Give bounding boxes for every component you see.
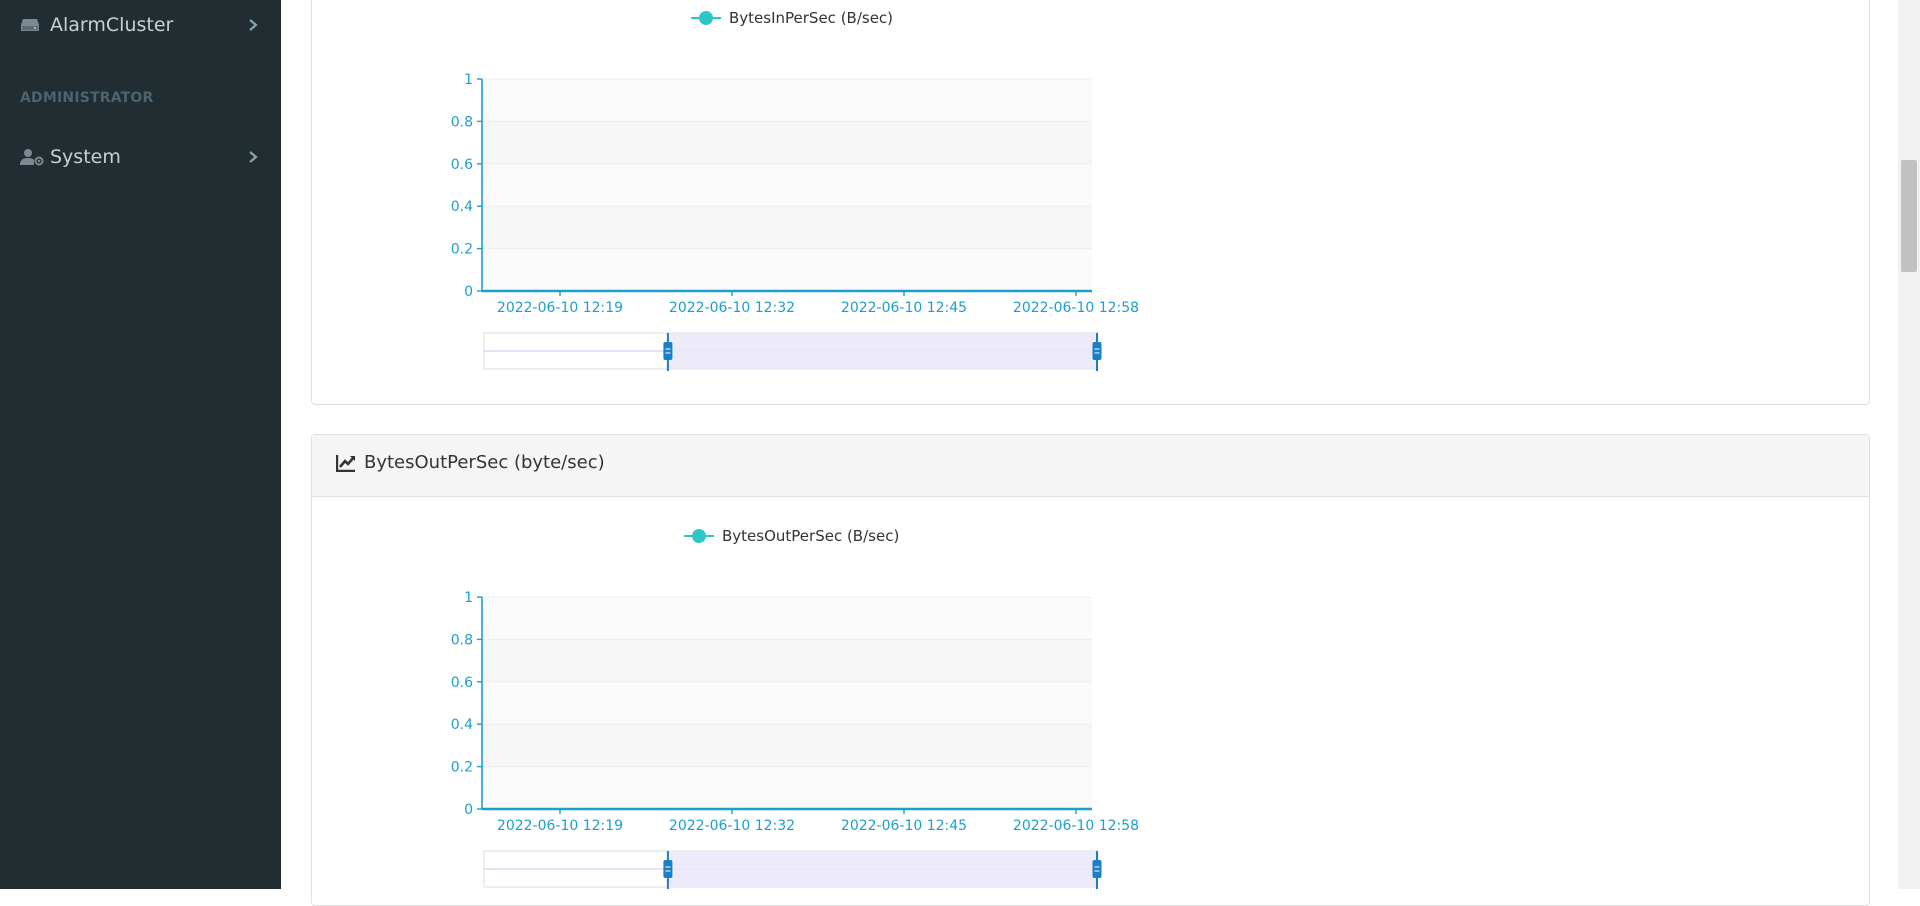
legend-marker (692, 529, 706, 543)
grid-band (484, 121, 1092, 164)
y-tick-label: 0.6 (451, 675, 473, 691)
legend-marker (699, 11, 713, 25)
legend-label: BytesInPerSec (B/sec) (729, 9, 893, 27)
grid-band (484, 163, 1092, 207)
grid-band (484, 681, 1092, 725)
grid-band (484, 79, 1092, 122)
legend: BytesInPerSec (B/sec) (691, 9, 893, 27)
scrollbar-track[interactable] (1898, 0, 1920, 889)
scrollbar-thumb[interactable] (1901, 160, 1917, 272)
grid-band (484, 248, 1092, 291)
y-tick-label: 0.2 (451, 760, 473, 776)
bytes-out-chart: BytesOutPerSec (B/sec) 0 0.2 0.4 0.6 0.8 1 2022… (451, 527, 1139, 889)
legend: BytesOutPerSec (B/sec) (684, 527, 899, 545)
zoom-selected-range (667, 333, 1097, 369)
legend-label: BytesOutPerSec (B/sec) (722, 527, 899, 545)
x-tick-label: 2022-06-10 12:19 (497, 300, 623, 316)
sidebar-section-header: ADMINISTRATOR (20, 90, 154, 106)
grid-band (484, 766, 1092, 809)
grid-band (484, 206, 1092, 249)
server-icon (20, 15, 44, 35)
chevron-right-icon (248, 150, 262, 164)
zoom-selected-range (667, 851, 1097, 887)
bytes-in-chart: BytesInPerSec (B/sec) 0 0.2 0.4 0.6 0.8 1 2022-… (451, 9, 1139, 371)
x-tick-label: 2022-06-10 12:32 (669, 300, 795, 316)
main-content: BytesInPerSec (B/sec) 0 0.2 0.4 0.6 0.8 1 2022-… (281, 0, 1898, 906)
user-cog-icon (20, 147, 44, 167)
zoom-handle-grip (1092, 342, 1102, 360)
grid-band (484, 639, 1092, 682)
x-tick-label: 2022-06-10 12:58 (1013, 300, 1139, 316)
zoom-handle-grip (663, 860, 673, 878)
bytes-out-panel: BytesOutPerSec (byte/sec) BytesOutPerSec… (311, 434, 1870, 906)
zoom-handle-grip (663, 342, 673, 360)
bytes-in-panel: BytesInPerSec (B/sec) 0 0.2 0.4 0.6 0.8 1 2022-… (311, 0, 1870, 405)
x-tick-label: 2022-06-10 12:45 (841, 300, 967, 316)
zoom-handle-grip (1092, 860, 1102, 878)
y-tick-label: 0.2 (451, 242, 473, 258)
y-tick-label: 0.8 (451, 632, 473, 648)
y-tick-label: 1 (464, 72, 473, 88)
sidebar-item-system[interactable]: System (0, 137, 281, 177)
x-tick-label: 2022-06-10 12:45 (841, 818, 967, 834)
grid-band (484, 597, 1092, 640)
y-tick-label: 0.4 (451, 199, 473, 215)
sidebar-item-alarmcluster[interactable]: AlarmCluster (0, 5, 281, 45)
y-tick-label: 0.6 (451, 157, 473, 173)
y-tick-label: 1 (464, 590, 473, 606)
y-tick-label: 0 (464, 802, 473, 818)
grid-band (484, 724, 1092, 767)
x-tick-label: 2022-06-10 12:32 (669, 818, 795, 834)
y-tick-label: 0.4 (451, 717, 473, 733)
y-tick-label: 0.8 (451, 114, 473, 130)
sidebar-item-label: AlarmCluster (50, 14, 174, 36)
x-tick-label: 2022-06-10 12:19 (497, 818, 623, 834)
sidebar: AlarmCluster ADMINISTRATOR System (0, 0, 281, 889)
sidebar-item-label: System (50, 146, 121, 168)
x-tick-label: 2022-06-10 12:58 (1013, 818, 1139, 834)
y-tick-label: 0 (464, 284, 473, 300)
chevron-right-icon (248, 18, 262, 32)
